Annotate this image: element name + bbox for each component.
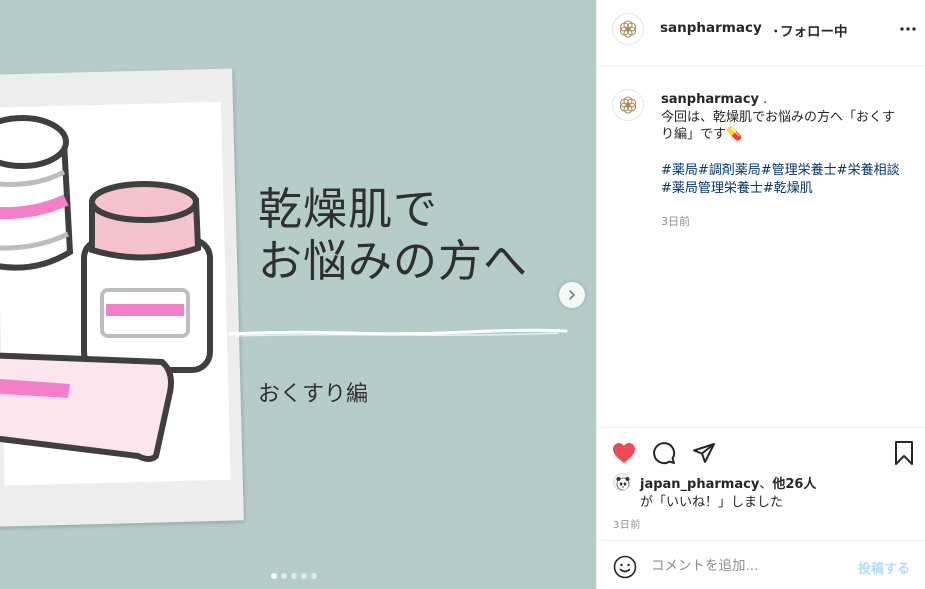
smiley-icon	[613, 555, 637, 579]
liker-username[interactable]: japan_pharmacy	[640, 477, 759, 492]
avatar[interactable]	[612, 89, 644, 121]
panda-avatar-icon	[616, 477, 630, 490]
post-subtitle: おくすり編	[258, 382, 369, 407]
carousel-dot	[271, 573, 277, 579]
caption-username-suffix: .	[759, 92, 768, 107]
carousel-next-button[interactable]	[559, 282, 585, 308]
paper-plane-icon	[693, 443, 715, 463]
post-side-panel: sanpharmacy ・ フォロー中 sanpharmacy . 今回は、乾燥…	[596, 0, 925, 589]
caption-text: sanpharmacy . 今回は、乾燥肌でお悩みの方へ「おくすり編」です💊	[661, 91, 906, 144]
post-header: sanpharmacy ・ フォロー中	[597, 0, 925, 66]
carousel-indicator	[271, 573, 317, 579]
caption-body: 今回は、乾燥肌でお悩みの方へ「おくすり編」です💊	[661, 109, 896, 143]
more-options-button[interactable]	[898, 22, 918, 36]
carousel-dot	[301, 573, 307, 579]
emoji-button[interactable]	[613, 555, 637, 579]
comment-input[interactable]	[651, 555, 851, 577]
post-comment-button[interactable]: 投稿する	[858, 558, 910, 577]
follow-status-button[interactable]: フォロー中	[780, 20, 848, 40]
comment-bubble-icon	[653, 442, 676, 465]
carousel-dot	[281, 573, 287, 579]
likes-separator: 、	[759, 477, 773, 492]
avatar[interactable]	[613, 473, 631, 491]
post-image[interactable]: 乾燥肌で お悩みの方へ おくすり編	[0, 0, 596, 589]
chevron-right-icon	[566, 286, 578, 305]
post-headline: 乾燥肌で お悩みの方へ	[258, 184, 528, 287]
bookmark-icon	[895, 441, 913, 465]
post-timestamp[interactable]: 3日前	[613, 516, 641, 531]
likes-text: が「いいね！」しました	[640, 495, 784, 510]
caption-username[interactable]: sanpharmacy	[661, 92, 759, 107]
carousel-dot	[291, 573, 297, 579]
action-bar	[597, 427, 925, 472]
share-button[interactable]	[691, 440, 717, 466]
caption-timestamp: 3日前	[661, 215, 690, 228]
heart-filled-icon	[613, 443, 635, 463]
add-comment-bar: 投稿する	[597, 540, 925, 589]
avatar[interactable]	[612, 13, 644, 45]
caption-area: sanpharmacy . 今回は、乾燥肌でお悩みの方へ「おくすり編」です💊 #…	[597, 67, 925, 427]
header-username[interactable]: sanpharmacy	[660, 20, 762, 36]
cosmetics-illustration	[0, 101, 231, 486]
comment-button[interactable]	[651, 440, 677, 466]
brush-stroke-divider	[228, 328, 568, 337]
caption-hashtags[interactable]: #薬局#調剤薬局#管理栄養士#栄養相談#薬局管理栄養士#乾燥肌	[661, 162, 906, 197]
others-count-link[interactable]: 他26人	[772, 477, 816, 492]
carousel-dot	[311, 573, 317, 579]
brand-logo-icon	[619, 96, 637, 114]
like-button[interactable]	[611, 440, 637, 466]
more-icon	[900, 27, 916, 31]
save-button[interactable]	[891, 440, 917, 466]
likes-line: japan_pharmacy、他26人	[640, 473, 816, 492]
brand-logo-icon	[619, 20, 637, 38]
